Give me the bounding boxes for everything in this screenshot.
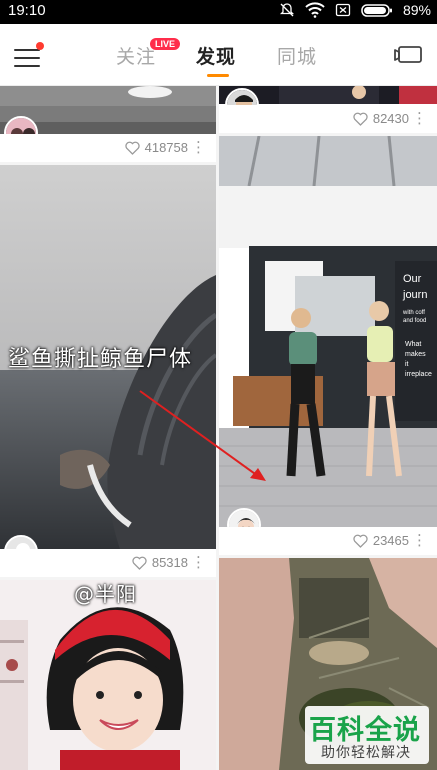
menu-icon — [14, 49, 40, 51]
watermark-logo: 百科全说 助你轻松解决 — [305, 706, 429, 764]
battery-icon — [361, 2, 393, 18]
no-sim-icon — [335, 2, 351, 18]
video-feed: 418758 ⋮ 82430 ⋮ 鲨鱼撕扯鲸鱼尸体 85318 ⋮ Our jo… — [0, 86, 437, 770]
top-nav-bar: 关注 LIVE 发现 同城 — [0, 24, 437, 86]
wifi-icon — [305, 2, 325, 18]
mute-bell-icon — [279, 2, 295, 18]
status-bar: 19:10 89% — [0, 0, 437, 24]
notification-dot — [36, 42, 44, 50]
live-badge: LIVE — [150, 38, 181, 50]
menu-button[interactable] — [14, 42, 44, 68]
video-thumbnail — [0, 580, 216, 770]
status-time: 19:10 — [8, 2, 46, 19]
watermark-subtitle: 助你轻松解决 — [321, 745, 411, 761]
video-caption: @半阳 — [74, 582, 137, 606]
status-icons: 89% — [279, 2, 431, 18]
tab-local[interactable]: 同城 — [277, 42, 317, 69]
active-tab-indicator — [207, 74, 229, 77]
video-card[interactable]: @半阳 — [0, 580, 216, 770]
cast-icon — [394, 46, 422, 63]
tab-discover[interactable]: 发现 — [196, 42, 236, 69]
cast-button[interactable] — [393, 44, 423, 66]
battery-percent: 89% — [402, 2, 431, 18]
